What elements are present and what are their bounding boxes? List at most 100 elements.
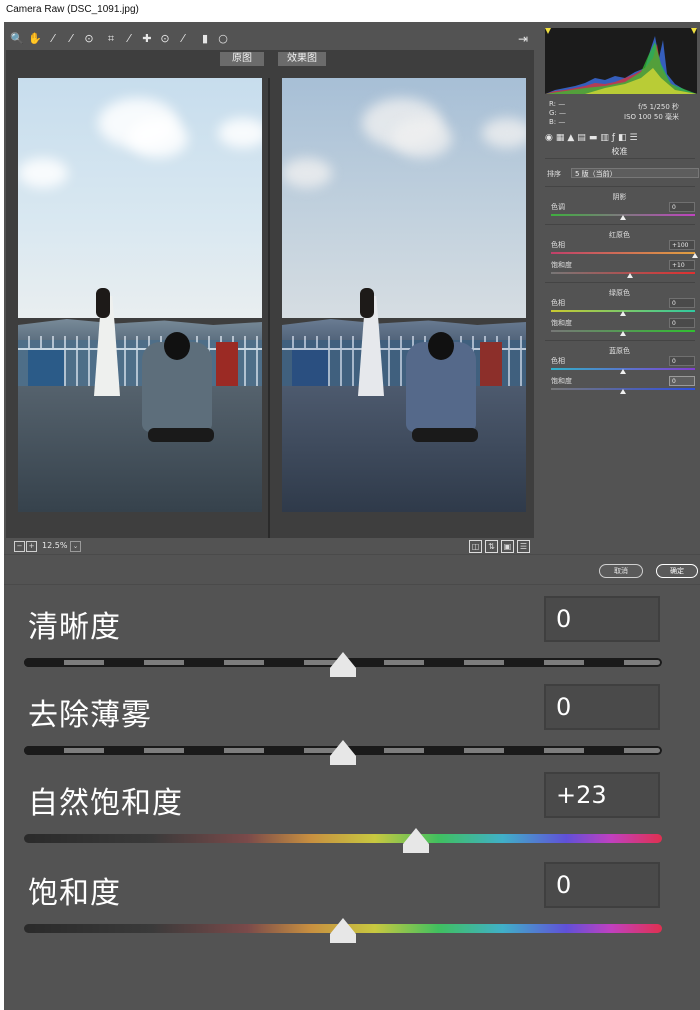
split-divider[interactable]	[268, 78, 270, 538]
compare-view-icon[interactable]: ◫	[469, 540, 482, 553]
slider-thumb[interactable]	[620, 215, 626, 220]
enlarged-value-field[interactable]: 0	[544, 684, 660, 730]
green-sat-field[interactable]: 0	[669, 318, 695, 328]
red-sat-slider[interactable]	[551, 272, 695, 278]
blue-hue-field[interactable]: 0	[669, 356, 695, 366]
green-sat-label: 饱和度	[551, 319, 572, 327]
enlarged-slider-thumb[interactable]	[330, 918, 356, 934]
red-hue-label: 色相	[551, 241, 565, 249]
shadows-title: 阴影	[612, 193, 627, 201]
graduated-filter-icon[interactable]: ▮	[198, 32, 212, 46]
red-hue-field[interactable]: +100	[669, 240, 695, 250]
spot-removal-icon[interactable]: ✚	[140, 32, 154, 46]
basic-panel-icon[interactable]: ◉	[545, 132, 553, 144]
red-sat-field[interactable]: +10	[669, 260, 695, 270]
radial-filter-icon[interactable]: ○	[216, 32, 230, 46]
slider-thumb[interactable]	[627, 273, 634, 278]
red-primary-title: 红原色	[609, 231, 630, 239]
histogram	[545, 28, 697, 94]
green-hue-field[interactable]: 0	[669, 298, 695, 308]
enlarged-slider-thumb[interactable]	[330, 652, 356, 668]
hand-icon[interactable]: ✋	[28, 32, 42, 46]
preview-area[interactable]: 原图 效果图	[6, 50, 534, 538]
enlarged-slider-thumb[interactable]	[403, 828, 430, 844]
blue-sat-field[interactable]: 0	[669, 376, 695, 386]
process-row: 排序 5 版（当前）	[547, 168, 699, 180]
enlarged-label: 清晰度	[28, 610, 121, 645]
histogram-graph	[545, 28, 697, 94]
slider-thumb[interactable]	[620, 311, 626, 316]
crop-icon[interactable]: ⌗	[104, 32, 118, 46]
enlarged-slider-thumb-base[interactable]	[330, 756, 356, 765]
zoom-out-button[interactable]: −	[14, 541, 25, 552]
view-settings-icon[interactable]: ☰	[517, 540, 530, 553]
shadows-tint-field[interactable]: 0	[669, 202, 695, 212]
tab-before[interactable]: 原图	[220, 52, 264, 66]
blue-hue-slider[interactable]	[551, 368, 695, 374]
zoom-level: 12.5%	[42, 541, 68, 550]
enlarged-slider-track[interactable]	[24, 834, 662, 843]
enlarged-value-field[interactable]: +23	[544, 772, 660, 818]
red-sat-label: 饱和度	[551, 261, 572, 269]
ok-button[interactable]: 确定	[656, 564, 698, 578]
enlarged-value-field[interactable]: 0	[544, 862, 660, 908]
adjustment-brush-icon[interactable]: ⁄	[176, 32, 190, 46]
red-hue-slider[interactable]	[551, 252, 698, 258]
enlarged-label: 饱和度	[28, 876, 121, 911]
green-hue-label: 色相	[551, 299, 565, 307]
enlarged-value-field[interactable]: 0	[544, 596, 660, 642]
shadows-tint-slider[interactable]	[551, 214, 695, 220]
cancel-button[interactable]: 取消	[599, 564, 643, 578]
green-hue-slider[interactable]	[551, 310, 695, 316]
color-sampler-icon[interactable]: ⁄	[64, 32, 78, 46]
lens-icon[interactable]: ▥	[600, 132, 609, 144]
targeted-adjustment-icon[interactable]: ⊙	[82, 32, 96, 46]
straighten-icon[interactable]: ⁄	[122, 32, 136, 46]
after-photo	[282, 78, 526, 512]
tab-after[interactable]: 效果图	[278, 52, 326, 66]
effects-icon[interactable]: ƒ	[612, 132, 615, 144]
green-primary-title: 绿原色	[609, 289, 630, 297]
slider-thumb[interactable]	[620, 389, 626, 394]
enlarged-slider-thumb-base[interactable]	[330, 668, 356, 677]
window-title: Camera Raw (DSC_1091.jpg)	[6, 4, 139, 15]
adjustment-sidebar: R: — G: — B: — f/5 1/250 秒 ISO 100 50 毫米…	[539, 22, 700, 552]
red-eye-icon[interactable]: ⊙	[158, 32, 172, 46]
slider-thumb[interactable]	[620, 369, 626, 374]
before-photo	[18, 78, 262, 512]
presets-icon[interactable]: ☰	[630, 132, 638, 144]
detail-icon[interactable]: ▲	[567, 132, 574, 144]
split-toning-icon[interactable]: ▬	[589, 132, 598, 144]
enlarged-slider-thumb-base[interactable]	[330, 934, 356, 943]
white-balance-icon[interactable]: ⁄	[46, 32, 60, 46]
calibration-icon[interactable]: ◧	[618, 132, 627, 144]
slider-thumb[interactable]	[620, 331, 626, 336]
hsl-icon[interactable]: ▤	[577, 132, 586, 144]
enlarged-label: 自然饱和度	[28, 786, 183, 821]
slider-thumb[interactable]	[692, 253, 698, 258]
panel-tabs: ◉ ▦ ▲ ▤ ▬ ▥ ƒ ◧ ☰	[545, 132, 638, 144]
green-sat-slider[interactable]	[551, 330, 695, 336]
copy-settings-icon[interactable]: ▣	[501, 540, 514, 553]
tool-bar: 🔍 ✋ ⁄ ⁄ ⊙ ⌗ ⁄ ✚ ⊙ ⁄ ▮ ○	[10, 30, 230, 48]
blue-sat-slider[interactable]	[551, 388, 695, 394]
process-label: 排序	[547, 170, 561, 178]
blue-sat-label: 饱和度	[551, 377, 572, 385]
enlarged-slider-thumb-base[interactable]	[403, 844, 430, 853]
swap-view-icon[interactable]: ⇅	[485, 540, 498, 553]
enlarged-slider-thumb[interactable]	[330, 740, 356, 756]
enlarged-label: 去除薄雾	[28, 698, 152, 733]
tone-curve-icon[interactable]: ▦	[556, 132, 565, 144]
zoom-icon[interactable]: 🔍	[10, 32, 24, 46]
zoom-in-button[interactable]: +	[26, 541, 37, 552]
open-image-icon[interactable]: ⇥	[516, 32, 530, 46]
blue-primary-title: 蓝原色	[609, 347, 630, 355]
panel-title: 校准	[611, 147, 628, 156]
shadows-tint-label: 色调	[551, 203, 565, 211]
preview-status-bar: − + 12.5% ⌄ ◫ ⇅ ▣ ☰	[6, 538, 534, 554]
process-select[interactable]: 5 版（当前）	[571, 168, 699, 178]
camera-raw-dialog: 🔍 ✋ ⁄ ⁄ ⊙ ⌗ ⁄ ✚ ⊙ ⁄ ▮ ○ ⇥ 原图 效果图 − + 12.…	[4, 22, 700, 1010]
rgb-readout: R: — G: — B: —	[549, 100, 567, 126]
blue-hue-label: 色相	[551, 357, 565, 365]
zoom-dropdown-icon[interactable]: ⌄	[70, 541, 81, 552]
